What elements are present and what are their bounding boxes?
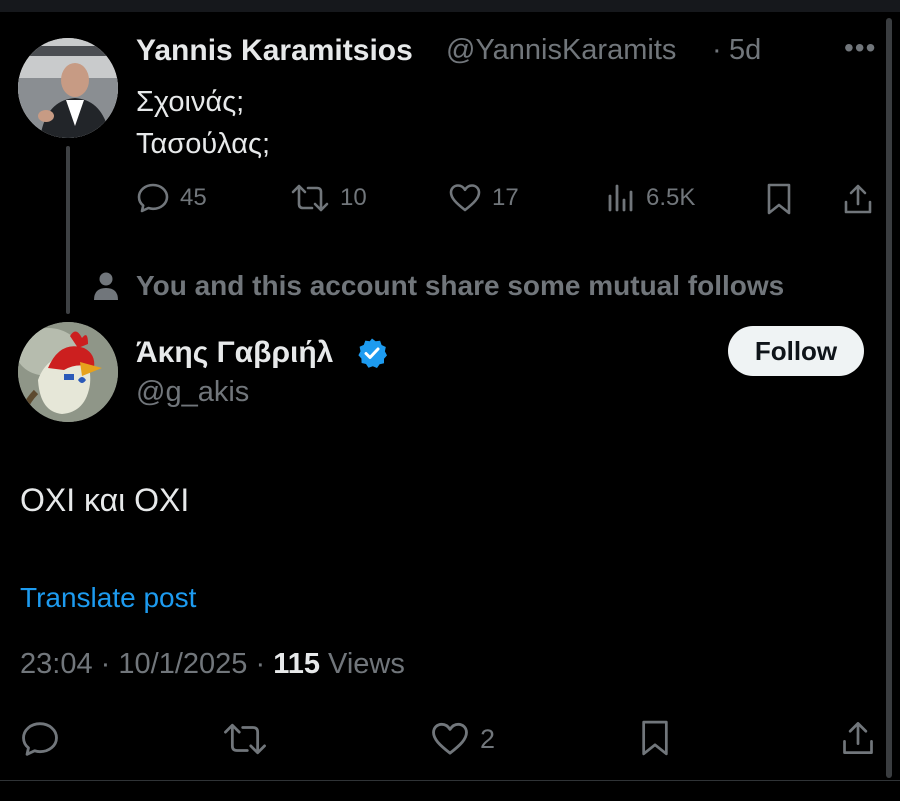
- heart-icon: [449, 184, 481, 212]
- share-icon: [843, 722, 873, 754]
- angry-bird-avatar-icon: [18, 322, 118, 422]
- tweet-text-line: Τασούλας;: [136, 128, 271, 160]
- mutual-follows-note: You and this account share some mutual f…: [92, 270, 784, 302]
- bookmark-button[interactable]: [638, 718, 672, 758]
- mutual-follows-text: You and this account share some mutual f…: [136, 270, 785, 301]
- post-age[interactable]: 5d: [729, 34, 761, 67]
- post-time[interactable]: 23:04: [20, 648, 93, 680]
- repost-button[interactable]: 10: [290, 182, 367, 214]
- author-handle[interactable]: @g_akis: [136, 376, 249, 409]
- reply-button[interactable]: 45: [136, 182, 207, 214]
- bookmark-button[interactable]: [764, 182, 794, 216]
- views-label: Views: [328, 648, 405, 680]
- reply-icon: [22, 722, 58, 756]
- like-count: 2: [480, 723, 496, 754]
- share-button[interactable]: [842, 182, 874, 216]
- views-button[interactable]: 6.5K: [606, 182, 695, 214]
- author-name[interactable]: Yannis Karamitsios: [136, 34, 413, 68]
- repost-button[interactable]: [222, 720, 268, 758]
- views-count: 115: [273, 648, 320, 680]
- person-icon: [94, 272, 118, 300]
- bookmark-icon: [767, 183, 791, 215]
- repost-count: 10: [340, 184, 367, 211]
- thread-connector-line: [66, 146, 70, 314]
- top-divider: [0, 0, 900, 12]
- separator-dot: ·: [712, 34, 722, 66]
- post-metadata: 23:04 · 10/1/2025 · 115 Views: [20, 648, 405, 681]
- view-count: 6.5K: [646, 184, 696, 211]
- like-button[interactable]: 2: [430, 720, 495, 758]
- avatar-photo-icon: [18, 38, 118, 138]
- meta-separator: ·: [255, 648, 266, 680]
- share-button[interactable]: [840, 718, 876, 758]
- reply-icon: [137, 183, 169, 213]
- like-button[interactable]: 17: [448, 182, 519, 214]
- verified-badge-icon[interactable]: [356, 337, 388, 374]
- like-count: 17: [492, 184, 519, 211]
- views-chart-icon: [608, 184, 633, 212]
- post-date[interactable]: 10/1/2025: [118, 648, 247, 680]
- meta-separator: ·: [100, 648, 111, 680]
- post-text: OXI και OXI: [20, 482, 190, 518]
- repost-icon: [224, 723, 266, 755]
- scrollbar[interactable]: [886, 18, 892, 778]
- repost-icon: [291, 184, 329, 212]
- reply-count: 45: [180, 184, 207, 211]
- more-options-icon[interactable]: •••: [844, 32, 876, 64]
- tweet-text-line: Σχοινάς;: [136, 86, 245, 118]
- heart-icon: [432, 722, 468, 755]
- author-handle[interactable]: @YannisKaramits: [446, 34, 676, 67]
- avatar-yannis[interactable]: [18, 38, 118, 138]
- bookmark-icon: [642, 720, 668, 756]
- share-icon: [844, 184, 872, 214]
- translate-post-link[interactable]: Translate post: [20, 582, 196, 614]
- author-name[interactable]: Άκης Γαβριήλ: [136, 336, 333, 370]
- avatar-akis[interactable]: [18, 322, 118, 422]
- follow-button[interactable]: Follow: [728, 326, 864, 376]
- reply-button[interactable]: [20, 720, 60, 758]
- bottom-divider: [0, 780, 900, 781]
